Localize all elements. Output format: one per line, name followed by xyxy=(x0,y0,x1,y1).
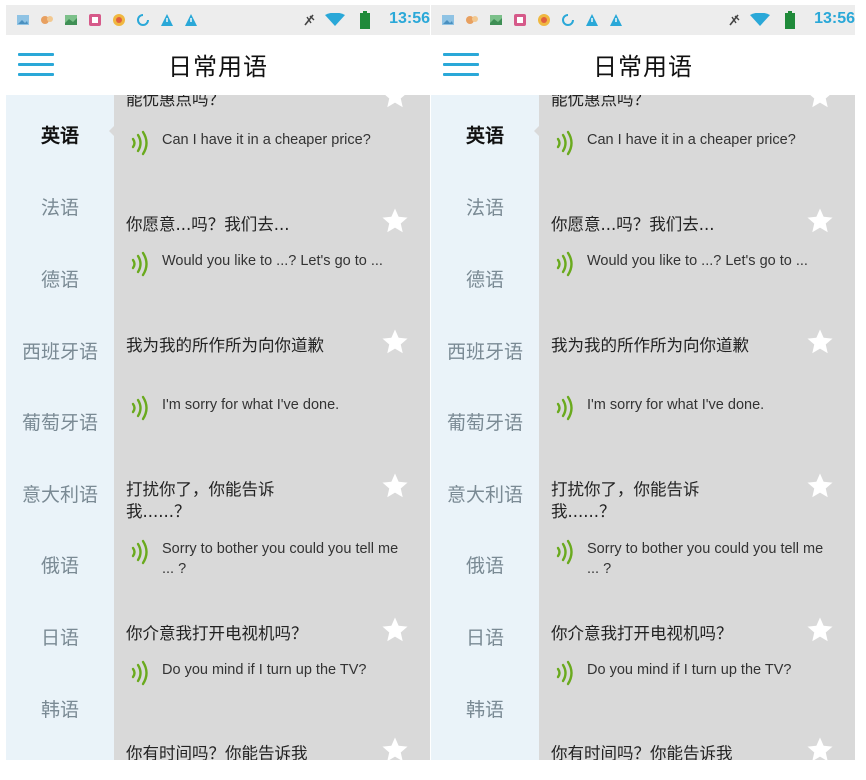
sidebar-item-german[interactable]: 德语 xyxy=(6,265,114,292)
app-icon xyxy=(113,14,125,26)
battery-icon xyxy=(785,11,795,29)
phrase-chinese: 能优惠点吗？ xyxy=(126,95,225,109)
sidebar-item-korean[interactable]: 韩语 xyxy=(6,695,114,722)
star-icon[interactable] xyxy=(805,615,835,645)
app-icon xyxy=(538,14,550,26)
phrase-english: Can I have it in a cheaper price? xyxy=(162,132,371,148)
phrase-chinese: 能优惠点吗？ xyxy=(551,95,650,109)
phrase-english: Do you mind if I turn up the TV? xyxy=(587,662,792,678)
sidebar-item-italian[interactable]: 意大利语 xyxy=(431,480,539,507)
language-sidebar: 英语 法语 德语 西班牙语 葡萄牙语 意大利语 俄语 日语 韩语 xyxy=(431,95,540,760)
sidebar-item-japanese[interactable]: 日语 xyxy=(431,623,539,650)
phrase-english: Sorry to bother you could you tell me ..… xyxy=(162,541,399,577)
gallery-icon xyxy=(17,15,29,25)
sidebar-item-japanese[interactable]: 日语 xyxy=(6,623,114,650)
status-bar: 13:56 xyxy=(431,5,855,35)
speaker-icon[interactable] xyxy=(553,251,581,277)
warning-icon xyxy=(610,14,622,26)
phrase-chinese: 你有时间吗？你能告诉我 xyxy=(551,744,733,760)
gallery-icon xyxy=(442,15,454,25)
star-icon[interactable] xyxy=(805,327,835,357)
star-icon[interactable] xyxy=(380,206,410,236)
phrase-chinese: 打扰你了，你能告诉我......？ xyxy=(551,480,700,521)
phrase-english: I'm sorry for what I've done. xyxy=(162,397,340,413)
sidebar-item-german[interactable]: 德语 xyxy=(431,265,539,292)
sidebar-item-russian[interactable]: 俄语 xyxy=(6,551,114,578)
star-icon[interactable] xyxy=(380,615,410,645)
star-icon[interactable] xyxy=(380,327,410,357)
speaker-icon[interactable] xyxy=(128,539,156,565)
mute-icon xyxy=(729,14,740,26)
battery-icon xyxy=(360,11,370,29)
phrase-english: Would you like to ...? Let's go to ... xyxy=(587,253,808,269)
sync-icon xyxy=(562,14,574,26)
phrase-chinese: 我为我的所作所为向你道歉 xyxy=(126,336,324,355)
star-icon[interactable] xyxy=(380,471,410,501)
phrase-chinese: 你介意我打开电视机吗？ xyxy=(551,624,733,643)
page-title: 日常用语 xyxy=(593,53,693,81)
status-time: 13:56 xyxy=(389,10,430,27)
sidebar-item-portuguese[interactable]: 葡萄牙语 xyxy=(431,408,539,435)
sidebar-item-russian[interactable]: 俄语 xyxy=(431,551,539,578)
star-icon[interactable] xyxy=(805,471,835,501)
phrase-chinese: 你愿意...吗？我们去... xyxy=(551,215,715,234)
phrase-english: Can I have it in a cheaper price? xyxy=(587,132,796,148)
star-icon[interactable] xyxy=(380,95,410,111)
sidebar-item-portuguese[interactable]: 葡萄牙语 xyxy=(6,408,114,435)
status-bar: 13:56 xyxy=(6,5,430,35)
phrase-english: Would you like to ...? Let's go to ... xyxy=(162,253,383,269)
warning-icon xyxy=(185,14,197,26)
page-title: 日常用语 xyxy=(168,53,268,81)
landscape-icon xyxy=(65,15,77,25)
phrase-chinese: 你介意我打开电视机吗？ xyxy=(126,624,308,643)
sidebar-item-french[interactable]: 法语 xyxy=(6,193,114,220)
star-icon[interactable] xyxy=(805,735,835,760)
sidebar-item-english[interactable]: 英语 xyxy=(431,121,539,148)
warning-icon xyxy=(161,14,173,26)
sidebar-item-english[interactable]: 英语 xyxy=(6,121,114,148)
phrase-chinese: 你有时间吗？你能告诉我 xyxy=(126,744,308,760)
wifi-icon xyxy=(750,13,770,26)
app-icon xyxy=(466,16,478,24)
phrase-chinese: 打扰你了，你能告诉我......？ xyxy=(126,480,275,521)
star-icon[interactable] xyxy=(380,735,410,760)
speaker-icon[interactable] xyxy=(553,539,581,565)
phrase-chinese: 你愿意...吗？我们去... xyxy=(126,215,290,234)
phrase-english: Sorry to bother you could you tell me ..… xyxy=(587,541,824,577)
speaker-icon[interactable] xyxy=(128,251,156,277)
speaker-icon[interactable] xyxy=(128,395,156,421)
sync-icon xyxy=(137,14,149,26)
app-bar: 日常用语 xyxy=(431,35,855,95)
status-time: 13:56 xyxy=(814,10,855,27)
sidebar-item-korean[interactable]: 韩语 xyxy=(431,695,539,722)
speaker-icon[interactable] xyxy=(128,660,156,686)
phrase-english: Do you mind if I turn up the TV? xyxy=(162,662,367,678)
warning-icon xyxy=(586,14,598,26)
speaker-icon[interactable] xyxy=(553,660,581,686)
phrase-list: 能优惠点吗？ Can I have it in a cheaper price?… xyxy=(539,95,855,760)
landscape-icon xyxy=(490,15,502,25)
sidebar-item-italian[interactable]: 意大利语 xyxy=(6,480,114,507)
phrase-english: I'm sorry for what I've done. xyxy=(587,397,765,413)
phone-screen-left: 13:56 日常用语 英语 法语 德语 西班牙语 葡萄牙语 意大利语 俄语 日语… xyxy=(6,5,430,760)
star-icon[interactable] xyxy=(805,95,835,111)
phone-screen-right: 13:56 日常用语 英语 法语 德语 西班牙语 葡萄牙语 意大利语 俄语 日语… xyxy=(431,5,855,760)
speaker-icon[interactable] xyxy=(553,395,581,421)
wifi-icon xyxy=(325,13,345,26)
app-icon xyxy=(89,14,101,26)
sidebar-item-spanish[interactable]: 西班牙语 xyxy=(431,337,539,364)
phrase-list: 能优惠点吗？ Can I have it in a cheaper price?… xyxy=(114,95,430,760)
app-icon xyxy=(514,14,526,26)
phrase-chinese: 我为我的所作所为向你道歉 xyxy=(551,336,749,355)
sidebar-item-spanish[interactable]: 西班牙语 xyxy=(6,337,114,364)
sidebar-item-french[interactable]: 法语 xyxy=(431,193,539,220)
speaker-icon[interactable] xyxy=(553,130,581,156)
app-bar: 日常用语 xyxy=(6,35,430,95)
star-icon[interactable] xyxy=(805,206,835,236)
language-sidebar: 英语 法语 德语 西班牙语 葡萄牙语 意大利语 俄语 日语 韩语 xyxy=(6,95,115,760)
mute-icon xyxy=(304,14,315,26)
app-icon xyxy=(41,16,53,24)
speaker-icon[interactable] xyxy=(128,130,156,156)
